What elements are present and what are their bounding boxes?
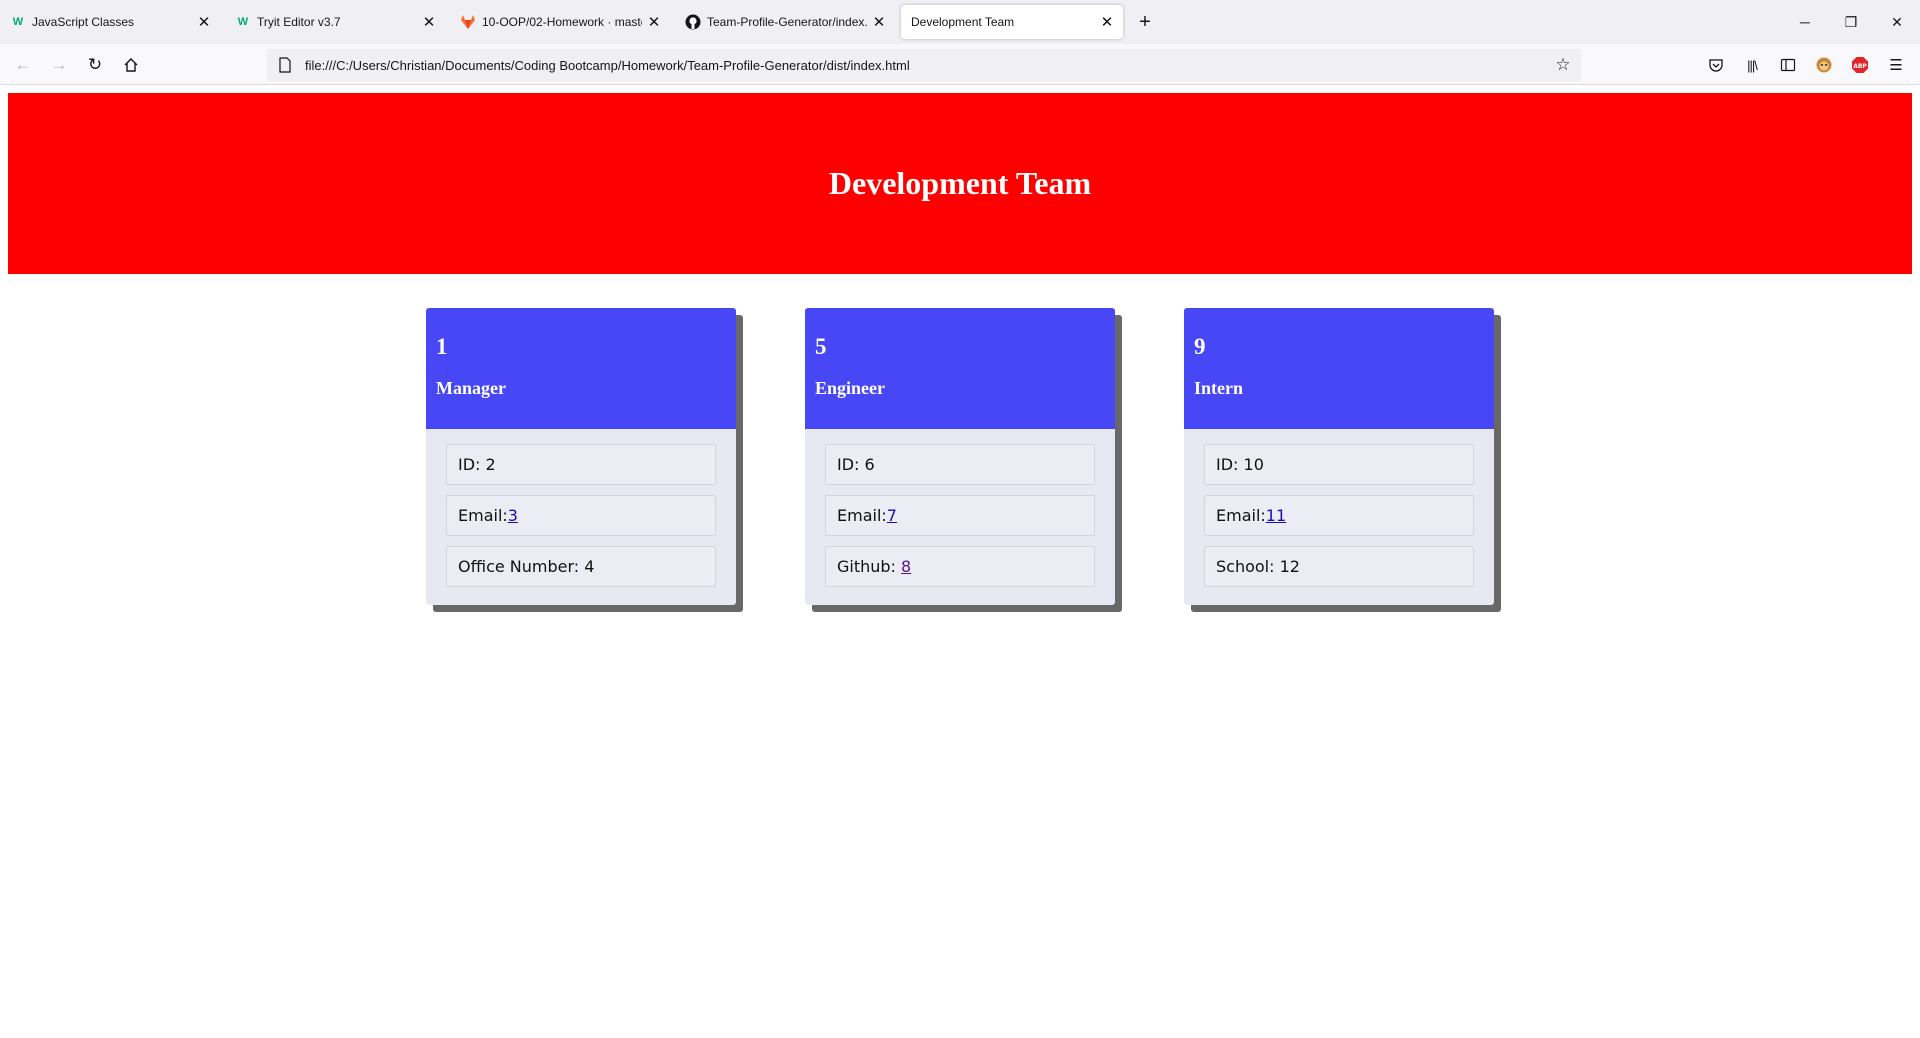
- w3schools-icon: W: [237, 16, 249, 28]
- page-header: Development Team: [8, 93, 1912, 274]
- back-arrow-icon[interactable]: ←: [9, 52, 37, 78]
- svg-text:ABP: ABP: [1853, 63, 1867, 70]
- address-bar[interactable]: file:///C:/Users/Christian/Documents/Cod…: [267, 49, 1581, 81]
- github-link[interactable]: 8: [901, 557, 911, 576]
- adblock-plus-icon[interactable]: ABP: [1848, 53, 1872, 77]
- close-tab-icon[interactable]: ✕: [417, 10, 441, 34]
- email-label: Email:: [458, 506, 508, 525]
- tab-gitlab-homework[interactable]: 10-OOP/02-Homework · master ✕: [450, 5, 670, 39]
- close-tab-icon[interactable]: ✕: [867, 10, 891, 34]
- employee-role: Manager: [436, 378, 506, 398]
- extension-monkey-icon[interactable]: [1812, 53, 1836, 77]
- employee-name: 1: [436, 334, 448, 359]
- employee-role: Intern: [1194, 378, 1243, 398]
- tab-development-team[interactable]: Development Team ✕: [901, 5, 1123, 39]
- navigation-toolbar: ← → ↻ file:///C:/Users/Christian/Documen…: [0, 44, 1920, 85]
- tab-strip: W JavaScript Classes ✕ W Tryit Editor v3…: [0, 0, 1920, 44]
- employee-details: ID: 6 Email: 7 Github: 8: [805, 429, 1115, 587]
- pocket-icon[interactable]: [1704, 53, 1728, 77]
- employee-email: Email: 7: [825, 495, 1095, 536]
- restore-icon[interactable]: ❐: [1828, 0, 1874, 44]
- tab-label: JavaScript Classes: [32, 15, 135, 29]
- close-window-icon[interactable]: ✕: [1874, 0, 1920, 44]
- employee-id: ID: 2: [446, 444, 716, 485]
- tab-label: Development Team: [911, 15, 1015, 29]
- school-row: School: 12: [1204, 546, 1474, 587]
- tab-tryit-editor[interactable]: W Tryit Editor v3.7 ✕: [225, 5, 445, 39]
- employee-email: Email: 3: [446, 495, 716, 536]
- close-tab-icon[interactable]: ✕: [1095, 10, 1119, 34]
- close-tab-icon[interactable]: ✕: [642, 10, 666, 34]
- page-icon: [277, 57, 293, 73]
- url-text[interactable]: file:///C:/Users/Christian/Documents/Cod…: [305, 58, 1549, 73]
- close-tab-icon[interactable]: ✕: [192, 10, 216, 34]
- tab-label: Tryit Editor v3.7: [257, 15, 341, 29]
- employee-id: ID: 6: [825, 444, 1095, 485]
- forward-arrow-icon[interactable]: →: [45, 52, 73, 78]
- office-number: Office Number: 4: [446, 546, 716, 587]
- tab-label: 10-OOP/02-Homework · master: [482, 15, 642, 29]
- card-header: 9 Intern: [1184, 308, 1494, 429]
- employee-name: 9: [1194, 334, 1206, 359]
- email-link[interactable]: 3: [508, 506, 518, 525]
- new-tab-button[interactable]: +: [1133, 10, 1157, 34]
- tab-github-index[interactable]: Team-Profile-Generator/index.js ✕: [675, 5, 895, 39]
- reload-icon[interactable]: ↻: [81, 52, 109, 78]
- bookmark-star-icon[interactable]: ☆: [1549, 51, 1577, 79]
- email-link[interactable]: 7: [887, 506, 897, 525]
- employee-card-engineer: 5 Engineer ID: 6 Email: 7 Github: 8: [805, 308, 1115, 605]
- employee-email: Email: 11: [1204, 495, 1474, 536]
- employee-details: ID: 10 Email: 11 School: 12: [1184, 429, 1494, 587]
- page-title: Development Team: [828, 165, 1092, 201]
- menu-icon[interactable]: ☰: [1884, 53, 1908, 77]
- employee-id: ID: 10: [1204, 444, 1474, 485]
- github-icon: [685, 14, 701, 30]
- library-icon[interactable]: |||\: [1740, 53, 1764, 77]
- card-header: 1 Manager: [426, 308, 736, 429]
- employee-role: Engineer: [815, 378, 885, 398]
- card-header: 5 Engineer: [805, 308, 1115, 429]
- github-row: Github: 8: [825, 546, 1095, 587]
- tab-label: Team-Profile-Generator/index.js: [707, 15, 867, 29]
- email-label: Email:: [1216, 506, 1266, 525]
- minimize-icon[interactable]: ─: [1782, 0, 1828, 44]
- gitlab-icon: [460, 14, 476, 30]
- email-label: Email:: [837, 506, 887, 525]
- email-link[interactable]: 11: [1266, 506, 1286, 525]
- sidebar-icon[interactable]: [1776, 53, 1800, 77]
- employee-details: ID: 2 Email: 3 Office Number: 4: [426, 429, 736, 587]
- github-label: Github:: [837, 557, 902, 576]
- employee-card-intern: 9 Intern ID: 10 Email: 11 School: 12: [1184, 308, 1494, 605]
- employee-name: 5: [815, 334, 827, 359]
- employee-card-manager: 1 Manager ID: 2 Email: 3 Office Number: 4: [426, 308, 736, 605]
- home-icon[interactable]: [117, 52, 145, 78]
- tab-javascript-classes[interactable]: W JavaScript Classes ✕: [0, 5, 220, 39]
- w3schools-icon: W: [12, 16, 24, 28]
